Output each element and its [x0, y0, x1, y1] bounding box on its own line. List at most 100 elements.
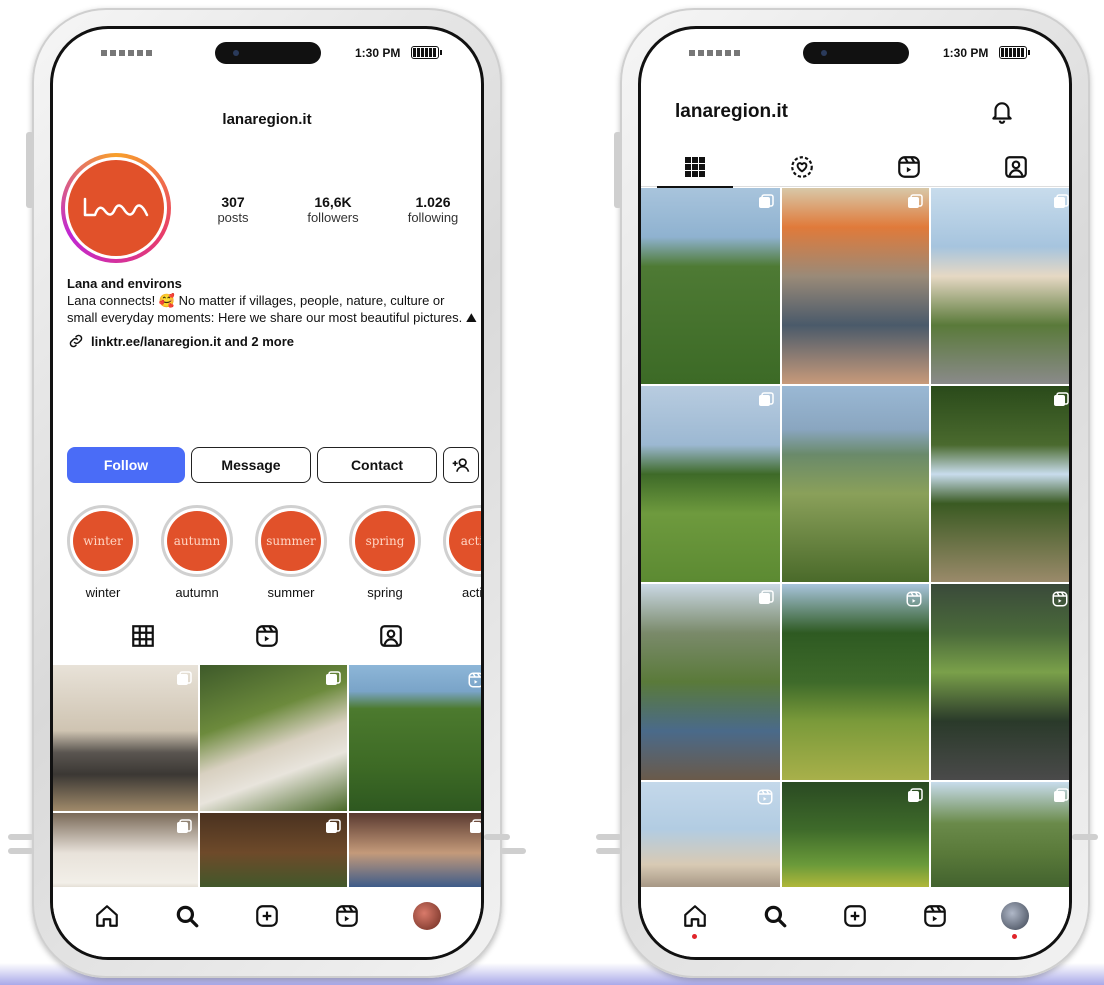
tab-grid[interactable] [656, 147, 733, 188]
tab-tagged[interactable] [378, 623, 404, 654]
post-grid [641, 188, 1069, 900]
reel-badge-icon [757, 789, 773, 805]
highlight-active[interactable]: activeactive [443, 505, 481, 600]
post-tile[interactable] [641, 584, 780, 780]
nav-profile[interactable] [1000, 901, 1030, 939]
side-bar [8, 848, 34, 854]
post-tile[interactable] [349, 665, 481, 811]
post-tile[interactable] [931, 386, 1069, 582]
favorites-icon [790, 155, 813, 178]
post-tile[interactable] [931, 188, 1069, 384]
nav-search[interactable] [760, 901, 790, 931]
side-bar [484, 834, 510, 840]
following-stat[interactable]: 1.026 following [383, 194, 481, 225]
multi-post-icon [759, 392, 774, 406]
bio-name: Lana and environs [67, 276, 182, 291]
nav-home[interactable] [680, 901, 710, 939]
post-tile[interactable] [782, 188, 929, 384]
reel-badge-icon [1052, 591, 1068, 607]
profile-screen: 1:30 PM lanaregion.it 307 posts 16,6K fo… [50, 26, 484, 960]
tagged-icon [380, 625, 402, 647]
notifications-button[interactable] [989, 99, 1015, 130]
tab-grid[interactable] [130, 623, 156, 654]
battery-icon [999, 46, 1030, 59]
notification-dot [692, 934, 697, 939]
battery-icon [411, 46, 442, 59]
status-bar: 1:30 PM [641, 29, 1069, 75]
message-button[interactable]: Message [191, 447, 311, 483]
post-tile[interactable] [200, 665, 347, 811]
reels-icon [924, 905, 946, 927]
profile-stats: 307 posts 16,6K followers 1.026 followin… [183, 194, 481, 225]
search-icon [176, 905, 199, 928]
nav-reels[interactable] [920, 901, 950, 931]
nav-home[interactable] [92, 901, 122, 931]
add-user-button[interactable] [443, 447, 479, 483]
status-bar: 1:30 PM [53, 29, 481, 75]
feed-grid-screen: 1:30 PM lanaregion.it [638, 26, 1072, 960]
posts-stat[interactable]: 307 posts [183, 194, 283, 225]
nav-profile[interactable] [412, 901, 442, 931]
multi-post-icon [326, 671, 341, 685]
reel-badge-icon [906, 591, 922, 607]
post-tile[interactable] [931, 584, 1069, 780]
multi-post-icon [1054, 392, 1069, 406]
dynamic-island [803, 42, 909, 64]
post-tile[interactable] [931, 782, 1069, 900]
reels-icon [897, 155, 920, 178]
highlight-autumn[interactable]: autumn autumn [161, 505, 233, 600]
post-tile[interactable] [782, 782, 929, 900]
post-tile[interactable] [641, 782, 780, 900]
signal-icon [101, 50, 152, 56]
post-tile[interactable] [53, 665, 198, 811]
add-post-icon [844, 905, 866, 927]
tab-reels[interactable] [254, 623, 280, 654]
multi-post-icon [908, 788, 923, 802]
follow-button[interactable]: Follow [67, 447, 185, 483]
post-tile[interactable] [641, 386, 780, 582]
multi-post-icon [908, 194, 923, 208]
multi-post-icon [177, 819, 192, 833]
nav-search[interactable] [172, 901, 202, 931]
tab-favorites[interactable] [772, 147, 832, 187]
profile-avatar[interactable] [61, 153, 171, 263]
nav-create[interactable] [252, 901, 282, 931]
multi-post-icon [326, 819, 341, 833]
bell-icon [992, 102, 1012, 124]
bottom-nav [641, 887, 1069, 957]
side-bar [596, 848, 622, 854]
profile-tabs [641, 147, 1069, 188]
reels-icon [256, 625, 278, 647]
reels-icon [336, 905, 358, 927]
contact-button[interactable]: Contact [317, 447, 437, 483]
volume-button [614, 132, 622, 208]
status-time: 1:30 PM [355, 46, 401, 60]
bio-link[interactable]: linktr.ee/lanaregion.it and 2 more [67, 332, 477, 350]
tab-reels[interactable] [879, 147, 939, 187]
phone-right: 1:30 PM lanaregion.it [596, 8, 1098, 978]
add-post-icon [256, 905, 278, 927]
profile-username[interactable]: lanaregion.it [675, 101, 788, 123]
phone-left: 1:30 PM lanaregion.it 307 posts 16,6K fo… [8, 8, 526, 978]
highlight-spring[interactable]: spring spring [349, 505, 421, 600]
nav-create[interactable] [840, 901, 870, 931]
followers-stat[interactable]: 16,6K followers [283, 194, 383, 225]
nav-reels[interactable] [332, 901, 362, 931]
lana-logo-icon [83, 197, 149, 217]
highlight-summer[interactable]: summer summer [255, 505, 327, 600]
grid-icon [684, 156, 705, 177]
profile-username: lanaregion.it [222, 111, 312, 128]
side-bar [8, 834, 34, 840]
post-tile[interactable] [641, 188, 780, 384]
profile-tabs [53, 623, 481, 654]
story-highlights: winter winter autumn autumn summer summer s… [67, 505, 481, 600]
multi-post-icon [470, 819, 481, 833]
highlight-winter[interactable]: winter winter [67, 505, 139, 600]
post-tile[interactable] [782, 386, 929, 582]
bottom-nav [53, 887, 481, 957]
reel-badge-icon [468, 672, 481, 688]
tagged-icon [1004, 155, 1027, 178]
tab-tagged[interactable] [986, 147, 1046, 187]
post-tile[interactable] [782, 584, 929, 780]
dynamic-island [215, 42, 321, 64]
